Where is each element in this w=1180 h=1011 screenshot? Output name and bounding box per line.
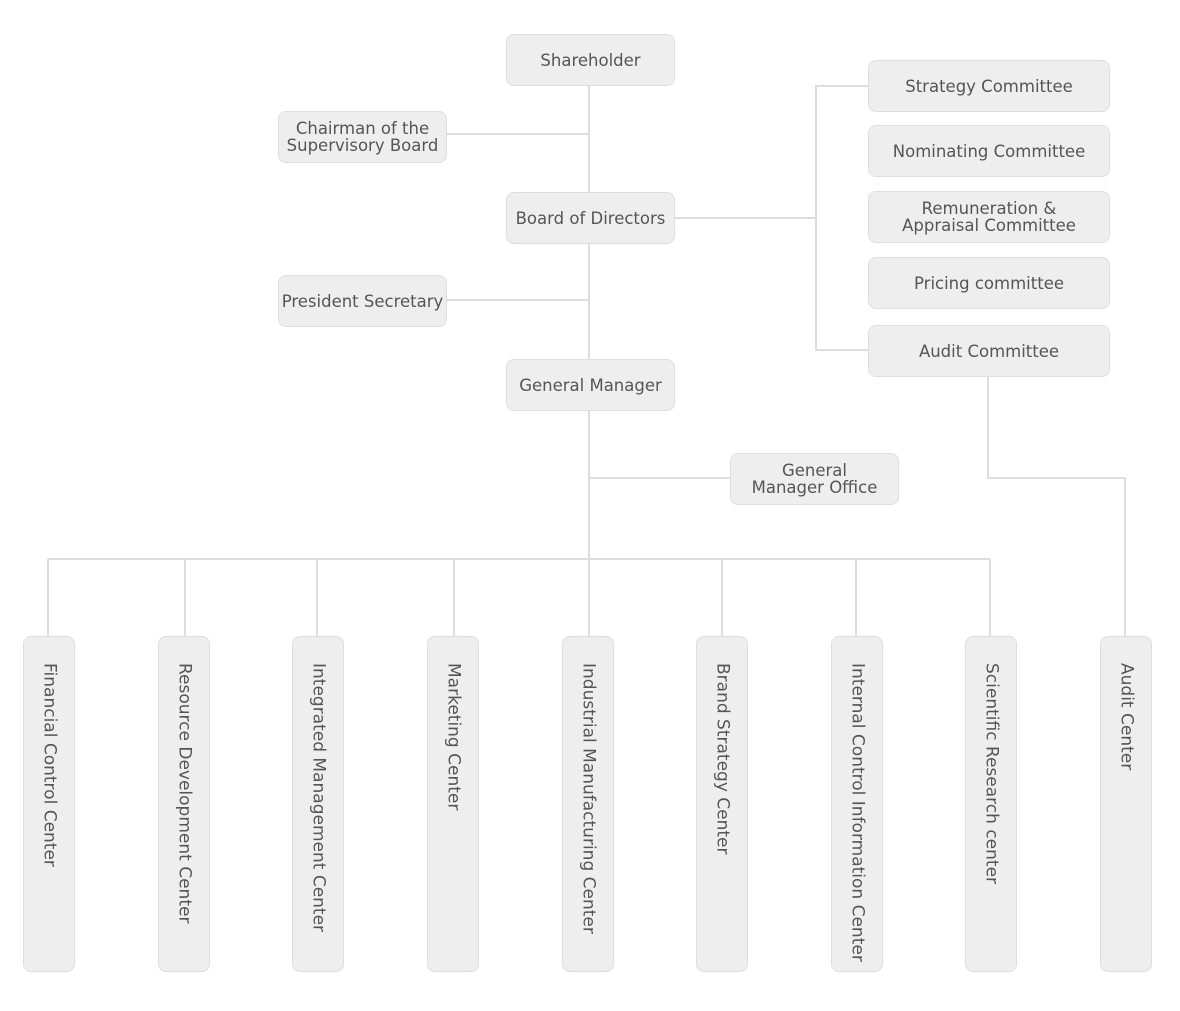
node-label: General Manager Office [751, 461, 878, 497]
node-board-of-directors[interactable]: Board of Directors [506, 192, 675, 244]
node-label: President Secretary [281, 291, 444, 311]
node-label: Audit Center [1116, 663, 1137, 771]
node-marketing-center[interactable]: Marketing Center [427, 636, 479, 972]
node-label: Strategy Committee [905, 76, 1073, 96]
node-remuneration-appraisal-committee[interactable]: Remuneration & Appraisal Committee [868, 191, 1110, 243]
node-financial-control-center[interactable]: Financial Control Center [23, 636, 75, 972]
node-label: Pricing committee [914, 273, 1064, 293]
connector-committee-bracket [815, 85, 869, 351]
node-label: Remuneration & Appraisal Committee [902, 199, 1076, 235]
node-label: Industrial Manufacturing Center [578, 663, 599, 934]
node-label: General Manager [519, 375, 662, 395]
node-strategy-committee[interactable]: Strategy Committee [868, 60, 1110, 112]
node-integrated-management-center[interactable]: Integrated Management Center [292, 636, 344, 972]
node-scientific-research-center[interactable]: Scientific Research center [965, 636, 1017, 972]
node-label: Board of Directors [515, 208, 666, 228]
node-audit-center[interactable]: Audit Center [1100, 636, 1152, 972]
node-president-secretary[interactable]: President Secretary [278, 275, 447, 327]
node-label: Integrated Management Center [308, 663, 329, 933]
node-label: Marketing Center [443, 663, 464, 811]
node-label: Shareholder [540, 50, 641, 70]
node-general-manager-office[interactable]: General Manager Office [730, 453, 899, 505]
node-label: Scientific Research center [981, 663, 1002, 885]
node-chairman-supervisory-board[interactable]: Chairman of the Supervisory Board [278, 111, 447, 163]
node-audit-committee[interactable]: Audit Committee [868, 325, 1110, 377]
node-label: Audit Committee [918, 341, 1060, 361]
org-chart: Shareholder Chairman of the Supervisory … [0, 0, 1180, 1011]
node-internal-control-information-center[interactable]: Internal Control Information Center [831, 636, 883, 972]
node-label: Internal Control Information Center [847, 663, 868, 962]
node-shareholder[interactable]: Shareholder [506, 34, 675, 86]
node-label: Resource Development Center [174, 663, 195, 924]
node-label: Financial Control Center [39, 663, 60, 867]
node-label: Nominating Committee [892, 141, 1086, 161]
node-label: Brand Strategy Center [712, 663, 733, 855]
node-pricing-committee[interactable]: Pricing committee [868, 257, 1110, 309]
node-label: Chairman of the Supervisory Board [286, 119, 439, 155]
node-brand-strategy-center[interactable]: Brand Strategy Center [696, 636, 748, 972]
node-nominating-committee[interactable]: Nominating Committee [868, 125, 1110, 177]
node-resource-development-center[interactable]: Resource Development Center [158, 636, 210, 972]
connector-audit-center [987, 377, 1126, 637]
node-general-manager[interactable]: General Manager [506, 359, 675, 411]
node-industrial-manufacturing-center[interactable]: Industrial Manufacturing Center [562, 636, 614, 972]
